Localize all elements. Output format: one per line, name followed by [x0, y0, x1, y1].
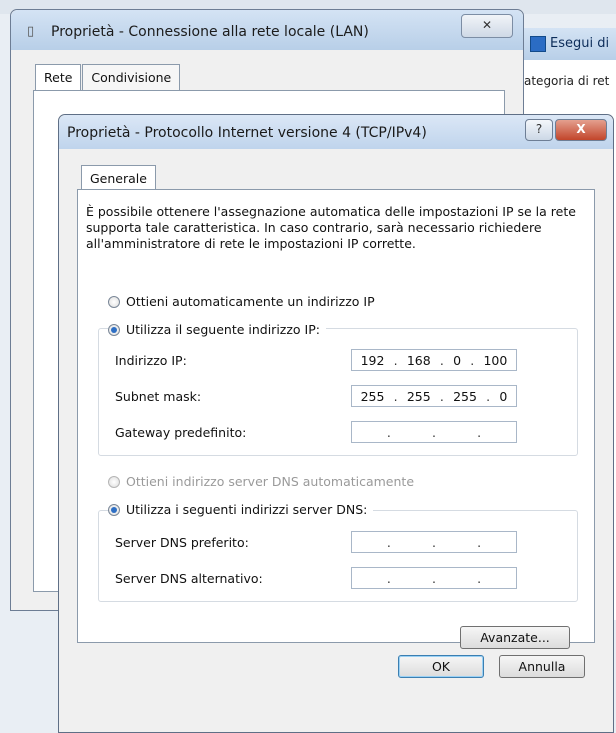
cancel-button[interactable]: Annulla — [499, 655, 585, 678]
ip-manual-group: Indirizzo IP: 192. 168. 0. 100 Subnet ma… — [98, 328, 578, 456]
octet-separator: . — [432, 534, 436, 550]
gateway-label: Gateway predefinito: — [115, 425, 247, 440]
dns-manual-radio[interactable] — [108, 503, 120, 516]
lan-window-title: Proprietà - Connessione alla rete locale… — [51, 24, 369, 40]
octet-separator: . — [477, 570, 482, 586]
run-window-title: Esegui di — [550, 36, 610, 51]
tab-generale[interactable]: Generale — [81, 165, 156, 191]
ip-manual-label: Utilizza il seguente indirizzo IP: — [126, 322, 320, 337]
octet: 0 — [499, 388, 508, 404]
preferred-dns-input[interactable]: . . . — [351, 531, 517, 553]
octet-separator: . — [386, 570, 391, 586]
ok-button[interactable]: OK — [398, 655, 484, 678]
octet: 255 — [406, 388, 431, 404]
ipv4-properties-dialog: Proprietà - Protocollo Internet versione… — [58, 114, 614, 733]
general-tab-panel: È possibile ottenere l'assegnazione auto… — [77, 189, 595, 649]
gateway-input[interactable]: . . . — [351, 421, 517, 443]
network-icon: ▯ — [27, 24, 35, 39]
lan-close-button[interactable]: ✕ — [461, 14, 513, 38]
ip-manual-radio[interactable] — [108, 323, 120, 336]
octet-separator: . — [432, 570, 436, 586]
octet-separator: . — [432, 424, 436, 440]
octet: 100 — [483, 352, 508, 368]
dns-manual-label: Utilizza i seguenti indirizzi server DNS… — [126, 502, 368, 517]
octet: 255 — [360, 388, 385, 404]
alternate-dns-label: Server DNS alternativo: — [115, 571, 263, 586]
ip-auto-radio-row[interactable]: Ottieni automaticamente un indirizzo IP — [108, 294, 375, 309]
dns-auto-radio-row[interactable]: Ottieni indirizzo server DNS automaticam… — [108, 474, 414, 489]
octet-separator: . — [439, 388, 444, 404]
dns-auto-radio[interactable] — [108, 475, 120, 488]
octet: 0 — [453, 352, 462, 368]
octet-separator: . — [477, 424, 482, 440]
dns-auto-label: Ottieni indirizzo server DNS automaticam… — [126, 474, 415, 489]
ip-manual-radio-row[interactable]: Utilizza il seguente indirizzo IP: — [108, 322, 326, 337]
octet: 255 — [453, 388, 477, 404]
ipv4-dialog-title: Proprietà - Protocollo Internet versione… — [67, 125, 427, 141]
tab-rete[interactable]: Rete — [35, 64, 82, 90]
run-window-text: ategoria di ret — [524, 74, 610, 88]
lan-window-titlebar[interactable]: ▯ Proprietà - Connessione alla rete loca… — [11, 10, 523, 50]
run-window-titlebar[interactable]: Esegui di — [524, 28, 616, 60]
subnet-mask-label: Subnet mask: — [115, 389, 202, 404]
ip-address-input[interactable]: 192. 168. 0. 100 — [351, 349, 517, 371]
advanced-button[interactable]: Avanzate... — [460, 626, 570, 649]
lan-tabs: Rete Condivisione — [35, 64, 181, 90]
octet-separator: . — [477, 534, 482, 550]
close-button[interactable]: X — [555, 119, 607, 141]
dns-manual-group: Server DNS preferito: . . . Server DNS a… — [98, 510, 578, 602]
octet-separator: . — [439, 352, 444, 368]
alternate-dns-input[interactable]: . . . — [351, 567, 517, 589]
dns-manual-radio-row[interactable]: Utilizza i seguenti indirizzi server DNS… — [108, 502, 374, 517]
ipv4-tabs: Generale — [81, 165, 156, 191]
octet-separator: . — [470, 352, 475, 368]
subnet-mask-input[interactable]: 255. 255. 255. 0 — [351, 385, 517, 407]
preferred-dns-label: Server DNS preferito: — [115, 535, 249, 550]
octet: 168 — [406, 352, 431, 368]
octet-separator: . — [393, 352, 398, 368]
ipv4-titlebar[interactable]: Proprietà - Protocollo Internet versione… — [59, 115, 613, 149]
description-text: È possibile ottenere l'assegnazione auto… — [86, 204, 576, 251]
ip-auto-radio[interactable] — [108, 295, 120, 308]
octet-separator: . — [486, 388, 491, 404]
tab-condivisione[interactable]: Condivisione — [82, 64, 181, 90]
ip-address-label: Indirizzo IP: — [115, 353, 187, 368]
run-window-icon — [530, 36, 546, 52]
help-button[interactable]: ? — [525, 119, 553, 141]
ip-auto-label: Ottieni automaticamente un indirizzo IP — [126, 294, 375, 309]
octet-separator: . — [386, 534, 391, 550]
octet-separator: . — [393, 388, 398, 404]
octet: 192 — [360, 352, 385, 368]
octet-separator: . — [386, 424, 391, 440]
